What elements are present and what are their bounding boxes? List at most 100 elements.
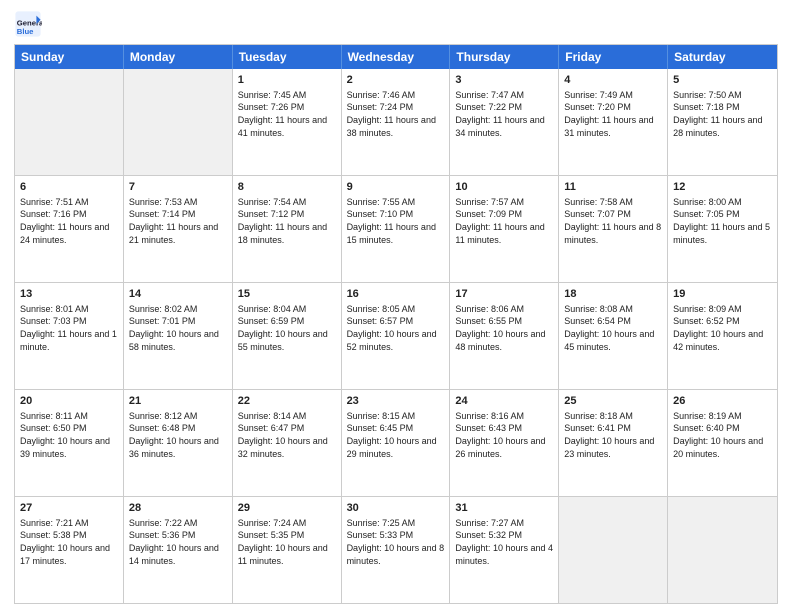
cal-cell-5-5: 31Sunrise: 7:27 AM Sunset: 5:32 PM Dayli…	[450, 497, 559, 603]
day-number: 31	[455, 501, 553, 516]
day-info: Sunrise: 8:06 AM Sunset: 6:55 PM Dayligh…	[455, 303, 553, 353]
day-info: Sunrise: 8:05 AM Sunset: 6:57 PM Dayligh…	[347, 303, 445, 353]
day-number: 12	[673, 180, 772, 195]
day-number: 15	[238, 287, 336, 302]
day-number: 14	[129, 287, 227, 302]
day-number: 20	[20, 394, 118, 409]
day-number: 7	[129, 180, 227, 195]
cal-cell-2-4: 9Sunrise: 7:55 AM Sunset: 7:10 PM Daylig…	[342, 176, 451, 282]
cal-cell-5-3: 29Sunrise: 7:24 AM Sunset: 5:35 PM Dayli…	[233, 497, 342, 603]
day-info: Sunrise: 7:53 AM Sunset: 7:14 PM Dayligh…	[129, 196, 227, 246]
calendar-row-5: 27Sunrise: 7:21 AM Sunset: 5:38 PM Dayli…	[15, 496, 777, 603]
day-info: Sunrise: 7:54 AM Sunset: 7:12 PM Dayligh…	[238, 196, 336, 246]
logo-icon: General Blue	[14, 10, 42, 38]
cal-cell-4-7: 26Sunrise: 8:19 AM Sunset: 6:40 PM Dayli…	[668, 390, 777, 496]
cal-cell-1-3: 1Sunrise: 7:45 AM Sunset: 7:26 PM Daylig…	[233, 69, 342, 175]
day-info: Sunrise: 7:24 AM Sunset: 5:35 PM Dayligh…	[238, 517, 336, 567]
cal-cell-2-3: 8Sunrise: 7:54 AM Sunset: 7:12 PM Daylig…	[233, 176, 342, 282]
header-monday: Monday	[124, 45, 233, 69]
day-info: Sunrise: 7:58 AM Sunset: 7:07 PM Dayligh…	[564, 196, 662, 246]
header-thursday: Thursday	[450, 45, 559, 69]
day-info: Sunrise: 7:47 AM Sunset: 7:22 PM Dayligh…	[455, 89, 553, 139]
day-info: Sunrise: 8:16 AM Sunset: 6:43 PM Dayligh…	[455, 410, 553, 460]
day-number: 8	[238, 180, 336, 195]
day-number: 29	[238, 501, 336, 516]
day-number: 2	[347, 73, 445, 88]
cal-cell-5-2: 28Sunrise: 7:22 AM Sunset: 5:36 PM Dayli…	[124, 497, 233, 603]
day-number: 6	[20, 180, 118, 195]
svg-text:Blue: Blue	[17, 27, 34, 36]
calendar-row-1: 1Sunrise: 7:45 AM Sunset: 7:26 PM Daylig…	[15, 69, 777, 175]
cal-cell-3-4: 16Sunrise: 8:05 AM Sunset: 6:57 PM Dayli…	[342, 283, 451, 389]
header-saturday: Saturday	[668, 45, 777, 69]
day-info: Sunrise: 8:01 AM Sunset: 7:03 PM Dayligh…	[20, 303, 118, 353]
day-number: 3	[455, 73, 553, 88]
day-info: Sunrise: 8:00 AM Sunset: 7:05 PM Dayligh…	[673, 196, 772, 246]
cal-cell-4-1: 20Sunrise: 8:11 AM Sunset: 6:50 PM Dayli…	[15, 390, 124, 496]
day-info: Sunrise: 8:18 AM Sunset: 6:41 PM Dayligh…	[564, 410, 662, 460]
cal-cell-4-2: 21Sunrise: 8:12 AM Sunset: 6:48 PM Dayli…	[124, 390, 233, 496]
cal-cell-1-4: 2Sunrise: 7:46 AM Sunset: 7:24 PM Daylig…	[342, 69, 451, 175]
day-info: Sunrise: 8:02 AM Sunset: 7:01 PM Dayligh…	[129, 303, 227, 353]
day-info: Sunrise: 7:46 AM Sunset: 7:24 PM Dayligh…	[347, 89, 445, 139]
day-number: 22	[238, 394, 336, 409]
day-number: 28	[129, 501, 227, 516]
cal-cell-1-5: 3Sunrise: 7:47 AM Sunset: 7:22 PM Daylig…	[450, 69, 559, 175]
day-info: Sunrise: 7:45 AM Sunset: 7:26 PM Dayligh…	[238, 89, 336, 139]
header-tuesday: Tuesday	[233, 45, 342, 69]
cal-cell-5-1: 27Sunrise: 7:21 AM Sunset: 5:38 PM Dayli…	[15, 497, 124, 603]
day-info: Sunrise: 7:25 AM Sunset: 5:33 PM Dayligh…	[347, 517, 445, 567]
day-info: Sunrise: 8:11 AM Sunset: 6:50 PM Dayligh…	[20, 410, 118, 460]
calendar-header: SundayMondayTuesdayWednesdayThursdayFrid…	[15, 45, 777, 69]
day-info: Sunrise: 7:27 AM Sunset: 5:32 PM Dayligh…	[455, 517, 553, 567]
day-number: 9	[347, 180, 445, 195]
day-number: 25	[564, 394, 662, 409]
cal-cell-5-7	[668, 497, 777, 603]
day-number: 18	[564, 287, 662, 302]
day-number: 21	[129, 394, 227, 409]
day-number: 5	[673, 73, 772, 88]
cal-cell-2-5: 10Sunrise: 7:57 AM Sunset: 7:09 PM Dayli…	[450, 176, 559, 282]
calendar-row-2: 6Sunrise: 7:51 AM Sunset: 7:16 PM Daylig…	[15, 175, 777, 282]
day-info: Sunrise: 7:51 AM Sunset: 7:16 PM Dayligh…	[20, 196, 118, 246]
day-number: 26	[673, 394, 772, 409]
day-number: 16	[347, 287, 445, 302]
day-number: 10	[455, 180, 553, 195]
cal-cell-3-6: 18Sunrise: 8:08 AM Sunset: 6:54 PM Dayli…	[559, 283, 668, 389]
day-info: Sunrise: 8:19 AM Sunset: 6:40 PM Dayligh…	[673, 410, 772, 460]
day-number: 19	[673, 287, 772, 302]
cal-cell-2-6: 11Sunrise: 7:58 AM Sunset: 7:07 PM Dayli…	[559, 176, 668, 282]
cal-cell-1-7: 5Sunrise: 7:50 AM Sunset: 7:18 PM Daylig…	[668, 69, 777, 175]
cal-cell-3-2: 14Sunrise: 8:02 AM Sunset: 7:01 PM Dayli…	[124, 283, 233, 389]
day-number: 30	[347, 501, 445, 516]
day-number: 13	[20, 287, 118, 302]
cal-cell-3-1: 13Sunrise: 8:01 AM Sunset: 7:03 PM Dayli…	[15, 283, 124, 389]
calendar-row-4: 20Sunrise: 8:11 AM Sunset: 6:50 PM Dayli…	[15, 389, 777, 496]
cal-cell-4-4: 23Sunrise: 8:15 AM Sunset: 6:45 PM Dayli…	[342, 390, 451, 496]
calendar-row-3: 13Sunrise: 8:01 AM Sunset: 7:03 PM Dayli…	[15, 282, 777, 389]
day-number: 11	[564, 180, 662, 195]
header-friday: Friday	[559, 45, 668, 69]
day-info: Sunrise: 8:09 AM Sunset: 6:52 PM Dayligh…	[673, 303, 772, 353]
day-info: Sunrise: 7:55 AM Sunset: 7:10 PM Dayligh…	[347, 196, 445, 246]
day-info: Sunrise: 7:22 AM Sunset: 5:36 PM Dayligh…	[129, 517, 227, 567]
cal-cell-4-6: 25Sunrise: 8:18 AM Sunset: 6:41 PM Dayli…	[559, 390, 668, 496]
day-info: Sunrise: 8:15 AM Sunset: 6:45 PM Dayligh…	[347, 410, 445, 460]
day-number: 17	[455, 287, 553, 302]
cal-cell-1-1	[15, 69, 124, 175]
day-number: 1	[238, 73, 336, 88]
logo: General Blue	[14, 10, 46, 38]
cal-cell-1-6: 4Sunrise: 7:49 AM Sunset: 7:20 PM Daylig…	[559, 69, 668, 175]
day-info: Sunrise: 7:49 AM Sunset: 7:20 PM Dayligh…	[564, 89, 662, 139]
day-number: 23	[347, 394, 445, 409]
day-number: 4	[564, 73, 662, 88]
cal-cell-3-3: 15Sunrise: 8:04 AM Sunset: 6:59 PM Dayli…	[233, 283, 342, 389]
day-info: Sunrise: 7:21 AM Sunset: 5:38 PM Dayligh…	[20, 517, 118, 567]
day-info: Sunrise: 8:12 AM Sunset: 6:48 PM Dayligh…	[129, 410, 227, 460]
day-info: Sunrise: 8:04 AM Sunset: 6:59 PM Dayligh…	[238, 303, 336, 353]
cal-cell-3-7: 19Sunrise: 8:09 AM Sunset: 6:52 PM Dayli…	[668, 283, 777, 389]
calendar-body: 1Sunrise: 7:45 AM Sunset: 7:26 PM Daylig…	[15, 69, 777, 603]
header-sunday: Sunday	[15, 45, 124, 69]
day-info: Sunrise: 8:14 AM Sunset: 6:47 PM Dayligh…	[238, 410, 336, 460]
day-info: Sunrise: 8:08 AM Sunset: 6:54 PM Dayligh…	[564, 303, 662, 353]
